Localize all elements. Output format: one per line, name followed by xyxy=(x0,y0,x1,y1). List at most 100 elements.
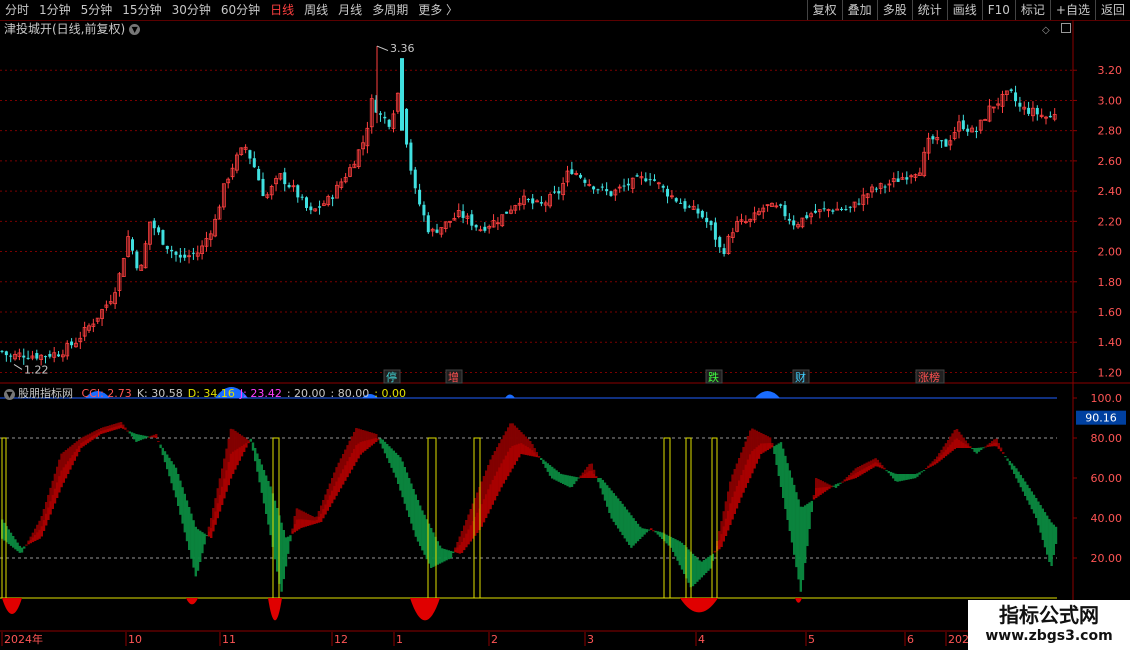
kd-band xyxy=(188,507,191,550)
kd-band-shade xyxy=(511,423,514,447)
kd-band-shade xyxy=(720,521,723,535)
kd-band-shade xyxy=(355,428,358,446)
indicator-value-3: J: 23.42 xyxy=(239,387,282,400)
candle-body-down xyxy=(9,355,13,357)
kd-band xyxy=(980,447,983,450)
candle-body-down xyxy=(309,206,313,211)
kd-band xyxy=(1004,456,1007,458)
stock-title[interactable]: 津投城开(日线,前复权) ▼ xyxy=(4,21,141,37)
kd-band xyxy=(135,434,138,442)
candle-body-down xyxy=(792,220,796,226)
candle-body-down xyxy=(779,204,783,206)
kd-band-shade xyxy=(463,525,466,538)
kd-band-shade xyxy=(929,463,932,466)
candle-body-down xyxy=(848,206,852,208)
kd-band xyxy=(432,532,435,567)
kd-band xyxy=(801,506,805,581)
price-tick-label: 1.20 xyxy=(1098,366,1123,379)
kd-band-shade xyxy=(524,436,527,446)
kd-band-shade xyxy=(841,481,844,483)
kd-band-shade xyxy=(456,542,459,548)
date-label-6: 3 xyxy=(587,633,594,646)
kd-band xyxy=(179,480,182,515)
candle-body-down xyxy=(400,58,404,131)
kd-band-shade xyxy=(581,472,585,476)
kd-band-shade xyxy=(100,428,103,431)
kd-band xyxy=(181,487,184,524)
kd-band-shade xyxy=(210,518,213,528)
kd-band-shade xyxy=(344,449,347,466)
kd-band-shade xyxy=(113,424,116,428)
kd-band-shade xyxy=(595,476,598,477)
kd-band xyxy=(7,529,10,545)
kd-band-shade xyxy=(148,436,151,438)
kd-band xyxy=(205,535,208,537)
kd-band xyxy=(1010,463,1014,470)
kd-band-shade xyxy=(986,444,989,446)
kd-band-shade xyxy=(949,436,952,445)
kd-band xyxy=(443,548,446,562)
kd-band xyxy=(797,499,800,580)
kd-band xyxy=(639,526,642,539)
kd-band-shade xyxy=(357,428,360,444)
kd-band-shade xyxy=(89,433,92,438)
kd-band xyxy=(289,535,292,542)
kd-band-shade xyxy=(370,432,373,440)
kd-band-shade xyxy=(993,439,996,443)
kd-band-shade xyxy=(830,485,833,487)
kd-band-shade xyxy=(49,487,52,502)
candle-body-down xyxy=(644,178,648,182)
kd-band-shade xyxy=(62,451,65,468)
kd-band-shade xyxy=(933,459,937,462)
kd-band xyxy=(573,476,576,485)
kd-band-shade xyxy=(40,516,43,527)
kd-band xyxy=(705,558,708,573)
kd-band-shade xyxy=(969,446,972,448)
candle-body-down xyxy=(48,354,52,357)
stock-chart[interactable]: 3.20 3.00 2.80 2.60 2.40 2.20 2.00 1.80 1.60 1.40… xyxy=(0,0,1130,650)
kd-band xyxy=(678,541,681,566)
kd-band xyxy=(665,534,668,544)
kd-band-shade xyxy=(531,444,534,451)
kd-band xyxy=(971,448,974,450)
diamond-icon[interactable]: ◇ xyxy=(1042,25,1050,36)
chevron-down-icon[interactable]: ▼ xyxy=(129,24,141,35)
kd-band-shade xyxy=(729,481,732,504)
kd-band-shade xyxy=(465,520,468,534)
kd-band xyxy=(190,513,193,559)
kd-band-shade xyxy=(991,441,994,444)
kd-band xyxy=(889,471,893,476)
kd-band xyxy=(779,442,783,487)
chevron-down-icon[interactable]: ▼ xyxy=(4,388,15,400)
kd-band-shade xyxy=(102,427,105,431)
kd-band xyxy=(201,532,204,554)
kd-band xyxy=(1026,484,1029,501)
kd-band-shade xyxy=(353,432,356,449)
candle-body-down xyxy=(531,198,535,204)
kd-band xyxy=(388,446,391,464)
candle-body-down xyxy=(583,179,587,183)
candle-body-down xyxy=(1048,115,1052,118)
kd-band-shade xyxy=(951,433,954,443)
kd-band-shade xyxy=(476,492,479,513)
kd-band-shade xyxy=(225,448,228,471)
candle-body-down xyxy=(635,175,639,177)
kd-band xyxy=(1006,458,1009,461)
candle-body-down xyxy=(700,210,704,218)
panel-toggle-icon[interactable] xyxy=(1060,23,1071,33)
kd-band-shade xyxy=(753,429,756,450)
kd-band-shade xyxy=(29,536,32,540)
signal-spike xyxy=(663,437,671,598)
kd-band xyxy=(645,529,648,533)
high-price-label: 3.36 xyxy=(390,42,415,55)
kd-band-shade xyxy=(995,438,998,443)
kd-band-shade xyxy=(823,482,827,488)
candle-body-down xyxy=(22,355,26,358)
candle-body-down xyxy=(461,211,465,218)
kd-band-shade xyxy=(372,433,376,439)
kd-band xyxy=(909,474,912,480)
candle-body-down xyxy=(600,186,604,188)
candle-body-down xyxy=(426,215,430,233)
candle-body-down xyxy=(944,139,948,147)
kd-band-shade xyxy=(229,428,233,454)
